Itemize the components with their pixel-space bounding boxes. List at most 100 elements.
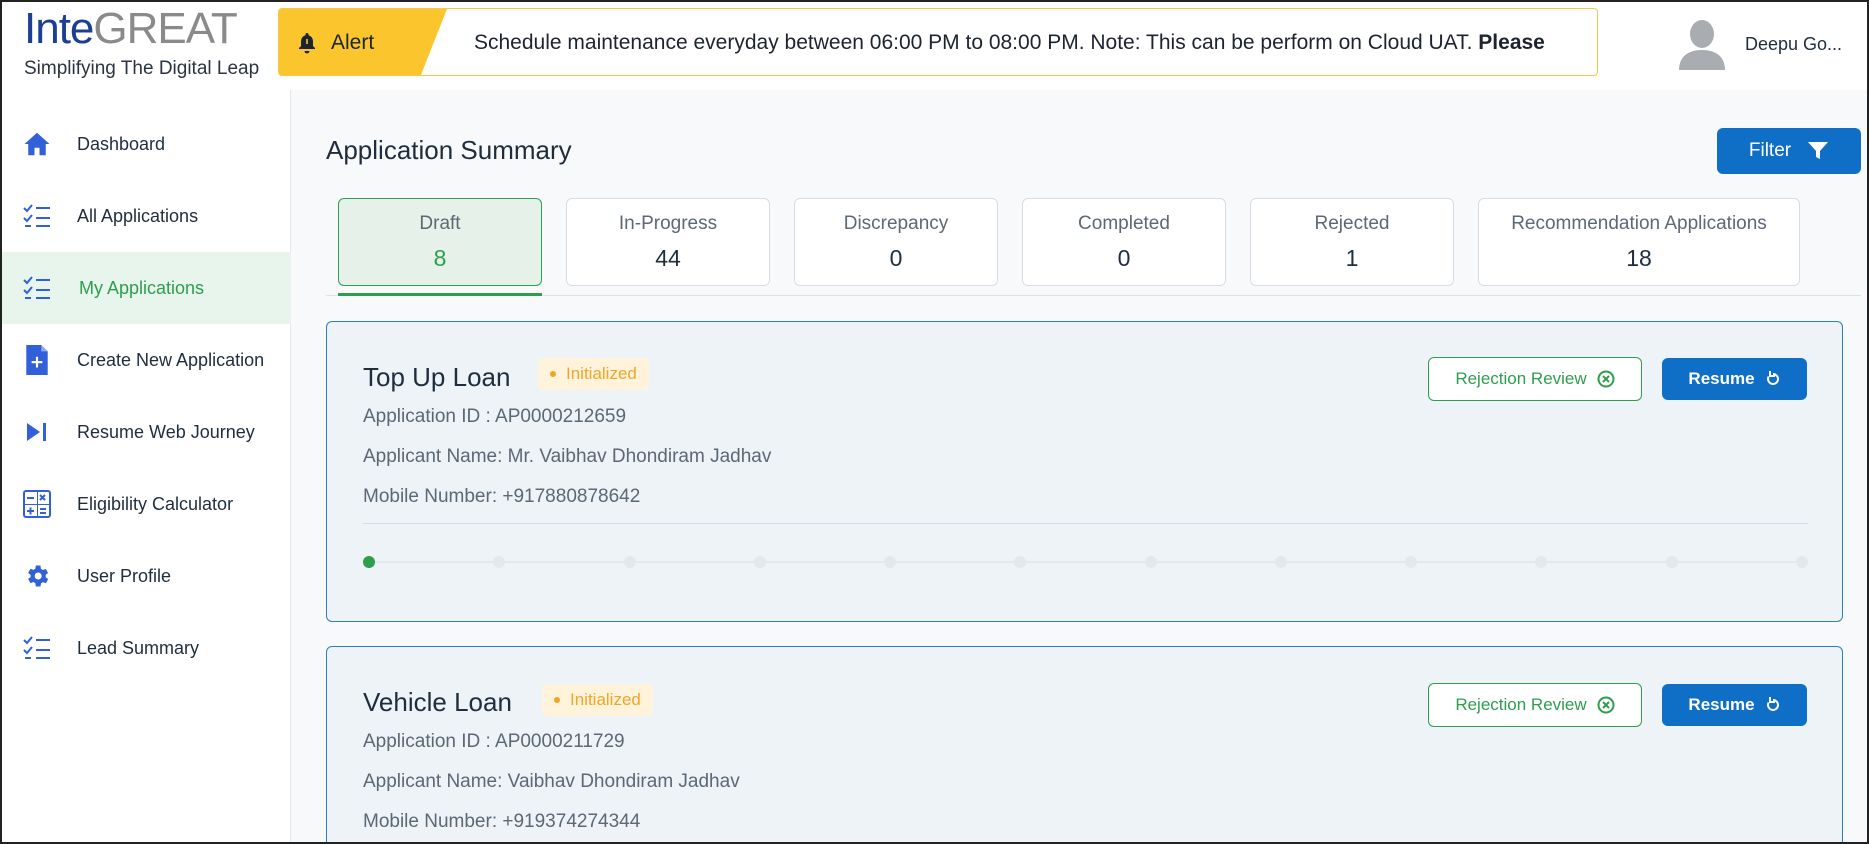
checklist-icon [20, 271, 54, 305]
mobile-number: Mobile Number: +919374274344 [363, 811, 641, 832]
tab-count: 1 [1345, 245, 1359, 271]
application-card[interactable]: Vehicle Loan Initialized Application ID … [326, 646, 1843, 842]
bell-icon [299, 33, 315, 54]
sidebar-item-user-profile[interactable]: User Profile [2, 540, 291, 612]
user-menu[interactable]: Deepu Go... [1677, 18, 1842, 70]
alert-message-bold: Please [1478, 31, 1545, 54]
tab-in-progress[interactable]: In-Progress 44 [566, 198, 770, 286]
sidebar-item-label: Dashboard [77, 133, 166, 154]
status-label: Initialized [570, 690, 641, 709]
tabs-divider [326, 295, 1861, 296]
tab-count: 0 [889, 245, 903, 271]
card-divider [363, 523, 1808, 524]
top-header: InteGREAT Simplifying The Digital Leap A… [2, 2, 1867, 90]
tab-draft[interactable]: Draft 8 [338, 198, 542, 286]
sidebar-item-label: My Applications [79, 277, 205, 298]
button-label: Rejection Review [1455, 369, 1587, 388]
logo-part-great: GREAT [93, 4, 237, 53]
alert-label: Alert [331, 31, 375, 54]
tab-label: In-Progress [618, 213, 718, 234]
button-label: Rejection Review [1455, 695, 1587, 714]
sidebar: Dashboard All Applications My Applicatio… [2, 90, 291, 842]
app-window: InteGREAT Simplifying The Digital Leap A… [0, 0, 1869, 844]
sidebar-item-create-new-application[interactable]: Create New Application [2, 324, 291, 396]
progress-step-dot [363, 556, 375, 568]
application-id: Application ID : AP0000212659 [363, 406, 627, 427]
avatar [1679, 20, 1725, 70]
resume-button[interactable]: Resume [1662, 684, 1807, 726]
rejection-review-button[interactable]: Rejection Review [1428, 683, 1642, 727]
filter-label: Filter [1748, 140, 1792, 161]
tab-completed[interactable]: Completed 0 [1022, 198, 1226, 286]
logo-wordmark: InteGREAT [24, 4, 264, 54]
tab-label: Draft [419, 213, 461, 234]
button-label: Resume [1688, 369, 1755, 388]
refresh-icon [1766, 371, 1779, 385]
main-content: Application Summary Filter Draft 8 In-Pr… [292, 90, 1867, 842]
alert-tag: Alert [279, 9, 447, 75]
alert-message-text: Schedule maintenance everyday between 06… [474, 31, 1479, 54]
page-title: Application Summary [326, 135, 572, 165]
tab-recommendation-applications[interactable]: Recommendation Applications 18 [1478, 198, 1800, 286]
progress-step-dot [1144, 556, 1157, 568]
sidebar-item-all-applications[interactable]: All Applications [2, 180, 291, 252]
sidebar-item-label: User Profile [77, 565, 172, 586]
sidebar-item-label: Resume Web Journey [77, 421, 255, 442]
calculator-icon [20, 487, 54, 521]
filter-button[interactable]: Filter [1717, 128, 1861, 174]
user-name: Deepu Go... [1745, 33, 1843, 54]
alert-message: Schedule maintenance everyday between 06… [474, 9, 1545, 75]
progress-step-dot [1274, 556, 1287, 568]
alert-banner: Alert Schedule maintenance everyday betw… [278, 8, 1598, 76]
tab-label: Recommendation Applications [1511, 213, 1767, 234]
card-title: Vehicle Loan [363, 687, 512, 717]
progress-step-dot [623, 556, 636, 568]
progress-step-dot [1796, 556, 1808, 568]
application-id: Application ID : AP0000211729 [363, 731, 625, 752]
tab-label: Completed [1078, 213, 1170, 234]
status-badge: Initialized [538, 358, 649, 390]
sidebar-item-lead-summary[interactable]: Lead Summary [2, 612, 291, 684]
mobile-number: Mobile Number: +917880878642 [363, 486, 641, 507]
sidebar-item-my-applications[interactable]: My Applications [2, 252, 291, 324]
gear-icon [20, 559, 54, 593]
tab-count: 0 [1117, 245, 1131, 271]
sidebar-item-eligibility-calculator[interactable]: Eligibility Calculator [2, 468, 291, 540]
progress-step-dot [1665, 556, 1678, 568]
play-skip-icon [20, 415, 54, 449]
brand-logo[interactable]: InteGREAT Simplifying The Digital Leap [24, 4, 264, 84]
active-tab-indicator [338, 293, 542, 296]
checklist-icon [20, 631, 54, 665]
home-icon [20, 127, 54, 161]
logo-tagline: Simplifying The Digital Leap [24, 58, 260, 79]
applicant-name: Applicant Name: Mr. Vaibhav Dhondiram Ja… [363, 446, 772, 467]
tab-discrepancy[interactable]: Discrepancy 0 [794, 198, 998, 286]
tab-rejected[interactable]: Rejected 1 [1250, 198, 1454, 286]
sidebar-item-label: Create New Application [77, 349, 265, 370]
tab-count: 8 [433, 245, 447, 271]
progress-step-dot [884, 556, 897, 568]
card-title: Top Up Loan [363, 362, 511, 392]
status-dot-icon [554, 697, 560, 703]
sidebar-item-dashboard[interactable]: Dashboard [2, 108, 291, 180]
tab-count: 44 [655, 245, 681, 271]
checklist-icon [20, 199, 54, 233]
refresh-icon [1766, 697, 1779, 711]
resume-button[interactable]: Resume [1662, 358, 1807, 400]
status-dot-icon [550, 371, 556, 377]
close-circle-icon [1597, 370, 1615, 388]
progress-step-dot [1535, 556, 1548, 568]
application-card[interactable]: Top Up Loan Initialized Application ID :… [326, 321, 1843, 622]
file-plus-icon [20, 343, 54, 377]
close-circle-icon [1597, 696, 1615, 714]
button-label: Resume [1688, 695, 1755, 714]
funnel-icon [1808, 142, 1829, 159]
tab-label: Discrepancy [843, 213, 949, 234]
progress-step-dot [1405, 556, 1418, 568]
rejection-review-button[interactable]: Rejection Review [1428, 357, 1642, 401]
sidebar-item-resume-web-journey[interactable]: Resume Web Journey [2, 396, 291, 468]
progress-step-dot [1014, 556, 1027, 568]
sidebar-item-label: Eligibility Calculator [77, 493, 234, 514]
applicant-name: Applicant Name: Vaibhav Dhondiram Jadhav [363, 771, 740, 792]
logo-part-inte: Inte [24, 4, 94, 53]
